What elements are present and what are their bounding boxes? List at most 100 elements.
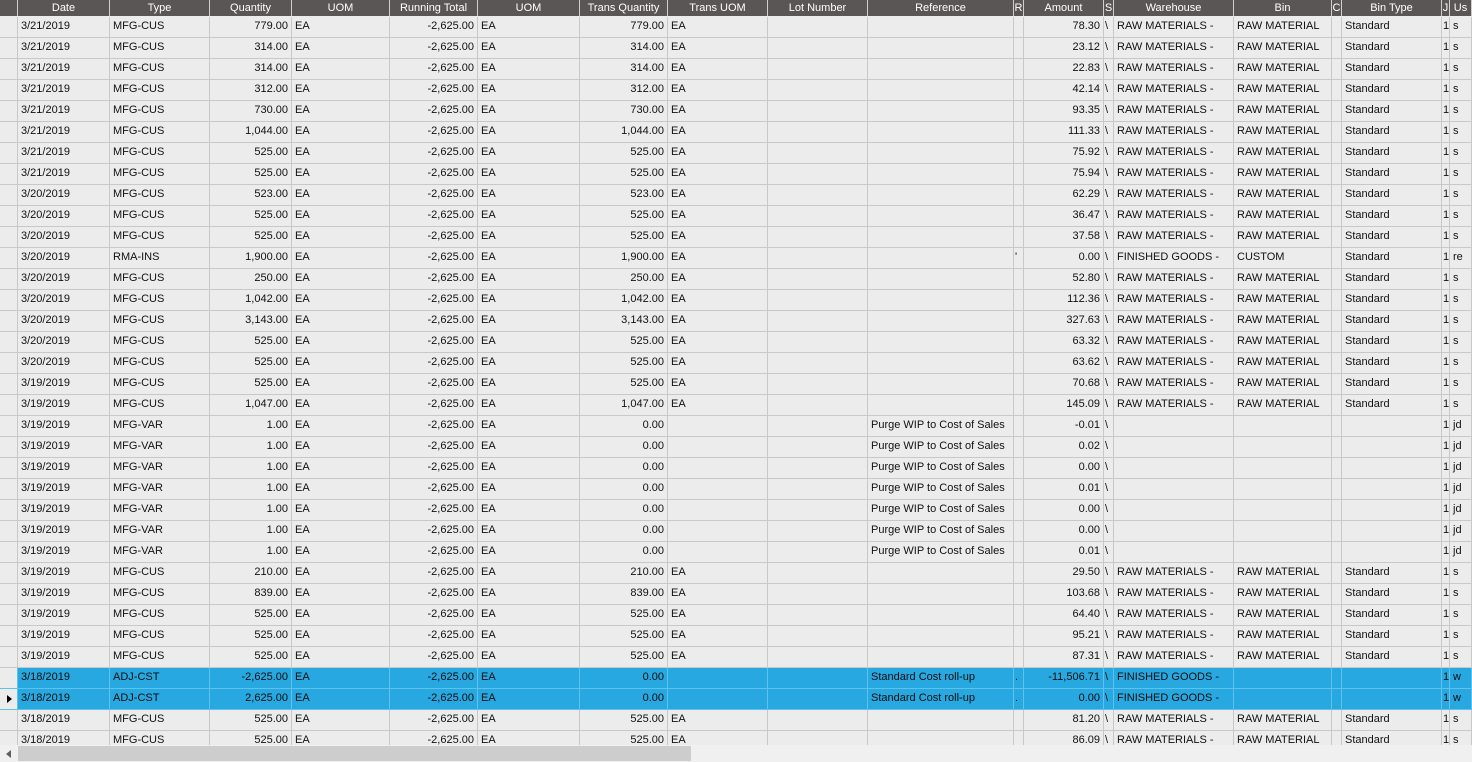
table-row[interactable]: 3/21/2019 MFG-CUS 779.00 EA -2,625.00 EA 779.0…	[0, 17, 1472, 38]
row-indicator[interactable]	[0, 248, 18, 269]
table-row[interactable]: 3/20/2019 MFG-CUS 1,042.00 EA -2,625.00 EA 1,0…	[0, 290, 1472, 311]
table-row[interactable]: 3/21/2019 MFG-CUS 730.00 EA -2,625.00 EA 730.0…	[0, 101, 1472, 122]
cell-amount: 0.00	[1024, 458, 1104, 479]
cell-s: \	[1104, 605, 1114, 626]
table-row[interactable]: 3/19/2019 MFG-VAR 1.00 EA -2,625.00 EA 0.00 Pur…	[0, 437, 1472, 458]
row-indicator[interactable]	[0, 605, 18, 626]
row-indicator[interactable]	[0, 458, 18, 479]
scroll-left-button[interactable]	[0, 745, 17, 762]
row-indicator[interactable]	[0, 227, 18, 248]
row-indicator[interactable]	[0, 353, 18, 374]
row-indicator[interactable]	[0, 626, 18, 647]
column-header-warehouse[interactable]: Warehouse	[1114, 0, 1234, 16]
row-indicator[interactable]	[0, 479, 18, 500]
cell-trans-uom: EA	[668, 143, 768, 164]
column-header-running-total[interactable]: Running Total	[390, 0, 478, 16]
column-header-type[interactable]: Type	[110, 0, 210, 16]
table-row[interactable]: 3/19/2019 MFG-VAR 1.00 EA -2,625.00 EA 0.00 Pur…	[0, 458, 1472, 479]
column-header-trans-uom[interactable]: Trans UOM	[668, 0, 768, 16]
column-header-trans-quantity[interactable]: Trans Quantity	[580, 0, 668, 16]
row-indicator[interactable]	[0, 332, 18, 353]
table-row[interactable]: 3/21/2019 MFG-CUS 525.00 EA -2,625.00 EA 525.0…	[0, 164, 1472, 185]
cell-reference: Purge WIP to Cost of Sales	[868, 521, 1014, 542]
column-header-c[interactable]: C	[1332, 0, 1342, 16]
table-row[interactable]: 3/20/2019 MFG-CUS 525.00 EA -2,625.00 EA 525.0…	[0, 353, 1472, 374]
table-row[interactable]: 3/18/2019 ADJ-CST 2,625.00 EA -2,625.00 EA 0.0…	[0, 689, 1472, 710]
column-header-lot-number[interactable]: Lot Number	[768, 0, 868, 16]
horizontal-scrollbar[interactable]	[0, 745, 1472, 762]
column-header-quantity[interactable]: Quantity	[210, 0, 292, 16]
column-header-bin[interactable]: Bin	[1234, 0, 1332, 16]
table-row[interactable]: 3/20/2019 MFG-CUS 525.00 EA -2,625.00 EA 525.0…	[0, 206, 1472, 227]
row-indicator[interactable]	[0, 290, 18, 311]
row-indicator[interactable]	[0, 185, 18, 206]
column-header-amount[interactable]: Amount	[1024, 0, 1104, 16]
table-row[interactable]: 3/19/2019 MFG-VAR 1.00 EA -2,625.00 EA 0.00 Pur…	[0, 542, 1472, 563]
cell-type: MFG-CUS	[110, 17, 210, 38]
column-header-date[interactable]: Date	[18, 0, 110, 16]
table-row[interactable]: 3/19/2019 MFG-VAR 1.00 EA -2,625.00 EA 0.00 Pur…	[0, 416, 1472, 437]
table-row[interactable]: 3/19/2019 MFG-CUS 525.00 EA -2,625.00 EA 525.0…	[0, 374, 1472, 395]
table-row[interactable]: 3/19/2019 MFG-CUS 525.00 EA -2,625.00 EA 525.0…	[0, 605, 1472, 626]
row-indicator[interactable]	[0, 731, 18, 745]
table-row[interactable]: 3/21/2019 MFG-CUS 525.00 EA -2,625.00 EA 525.0…	[0, 143, 1472, 164]
row-indicator[interactable]	[0, 416, 18, 437]
table-row[interactable]: 3/21/2019 MFG-CUS 312.00 EA -2,625.00 EA 312.0…	[0, 80, 1472, 101]
table-row[interactable]: 3/20/2019 MFG-CUS 525.00 EA -2,625.00 EA 525.0…	[0, 332, 1472, 353]
row-indicator[interactable]	[0, 584, 18, 605]
row-indicator[interactable]	[0, 17, 18, 38]
column-header-reference[interactable]: Reference	[868, 0, 1014, 16]
row-indicator[interactable]	[0, 206, 18, 227]
table-row[interactable]: 3/20/2019 MFG-CUS 523.00 EA -2,625.00 EA 523.0…	[0, 185, 1472, 206]
table-row[interactable]: 3/21/2019 MFG-CUS 314.00 EA -2,625.00 EA 314.0…	[0, 38, 1472, 59]
table-row[interactable]: 3/21/2019 MFG-CUS 314.00 EA -2,625.00 EA 314.0…	[0, 59, 1472, 80]
table-row[interactable]: 3/20/2019 MFG-CUS 525.00 EA -2,625.00 EA 525.0…	[0, 227, 1472, 248]
row-indicator[interactable]	[0, 689, 18, 710]
table-row[interactable]: 3/19/2019 MFG-VAR 1.00 EA -2,625.00 EA 0.00 Pur…	[0, 521, 1472, 542]
table-row[interactable]: 3/20/2019 MFG-CUS 3,143.00 EA -2,625.00 EA 3,1…	[0, 311, 1472, 332]
scrollbar-thumb[interactable]	[18, 746, 691, 761]
row-indicator[interactable]	[0, 122, 18, 143]
table-row[interactable]: 3/19/2019 MFG-CUS 1,047.00 EA -2,625.00 EA 1,0…	[0, 395, 1472, 416]
row-indicator[interactable]	[0, 668, 18, 689]
row-indicator[interactable]	[0, 164, 18, 185]
table-row[interactable]: 3/19/2019 MFG-CUS 839.00 EA -2,625.00 EA 839.0…	[0, 584, 1472, 605]
column-header-r[interactable]: R	[1014, 0, 1024, 16]
row-indicator[interactable]	[0, 647, 18, 668]
table-row[interactable]: 3/19/2019 MFG-CUS 525.00 EA -2,625.00 EA 525.0…	[0, 626, 1472, 647]
table-row[interactable]: 3/18/2019 ADJ-CST -2,625.00 EA -2,625.00 EA 0.…	[0, 668, 1472, 689]
column-header-s[interactable]: S	[1104, 0, 1114, 16]
table-row[interactable]: 3/18/2019 MFG-CUS 525.00 EA -2,625.00 EA 525.0…	[0, 710, 1472, 731]
table-row[interactable]: 3/18/2019 MFG-CUS 525.00 EA -2,625.00 EA 525.0…	[0, 731, 1472, 745]
row-indicator[interactable]	[0, 395, 18, 416]
cell-trans-quantity: 0.00	[580, 479, 668, 500]
cell-c	[1332, 80, 1342, 101]
row-indicator[interactable]	[0, 80, 18, 101]
row-indicator[interactable]	[0, 521, 18, 542]
row-indicator[interactable]	[0, 311, 18, 332]
row-indicator[interactable]	[0, 101, 18, 122]
table-row[interactable]: 3/19/2019 MFG-VAR 1.00 EA -2,625.00 EA 0.00 Pur…	[0, 500, 1472, 521]
table-row[interactable]: 3/20/2019 MFG-CUS 250.00 EA -2,625.00 EA 250.0…	[0, 269, 1472, 290]
row-indicator[interactable]	[0, 500, 18, 521]
table-row[interactable]: 3/19/2019 MFG-CUS 525.00 EA -2,625.00 EA 525.0…	[0, 647, 1472, 668]
row-indicator[interactable]	[0, 710, 18, 731]
column-header-us[interactable]: Us	[1450, 0, 1472, 16]
row-indicator[interactable]	[0, 563, 18, 584]
row-indicator[interactable]	[0, 59, 18, 80]
table-row[interactable]: 3/19/2019 MFG-VAR 1.00 EA -2,625.00 EA 0.00 Pur…	[0, 479, 1472, 500]
row-indicator[interactable]	[0, 437, 18, 458]
table-row[interactable]: 3/19/2019 MFG-CUS 210.00 EA -2,625.00 EA 210.0…	[0, 563, 1472, 584]
column-header-uom-2[interactable]: UOM	[478, 0, 580, 16]
row-indicator[interactable]	[0, 269, 18, 290]
column-header-bin-type[interactable]: Bin Type	[1342, 0, 1442, 16]
column-header-uom[interactable]: UOM	[292, 0, 390, 16]
column-header-j[interactable]: J	[1442, 0, 1450, 16]
row-indicator[interactable]	[0, 38, 18, 59]
row-indicator[interactable]	[0, 374, 18, 395]
row-indicator[interactable]	[0, 542, 18, 563]
cell-r	[1014, 332, 1024, 353]
row-indicator[interactable]	[0, 143, 18, 164]
table-row[interactable]: 3/21/2019 MFG-CUS 1,044.00 EA -2,625.00 EA 1,0…	[0, 122, 1472, 143]
table-row[interactable]: 3/20/2019 RMA-INS 1,900.00 EA -2,625.00 EA 1,9…	[0, 248, 1472, 269]
